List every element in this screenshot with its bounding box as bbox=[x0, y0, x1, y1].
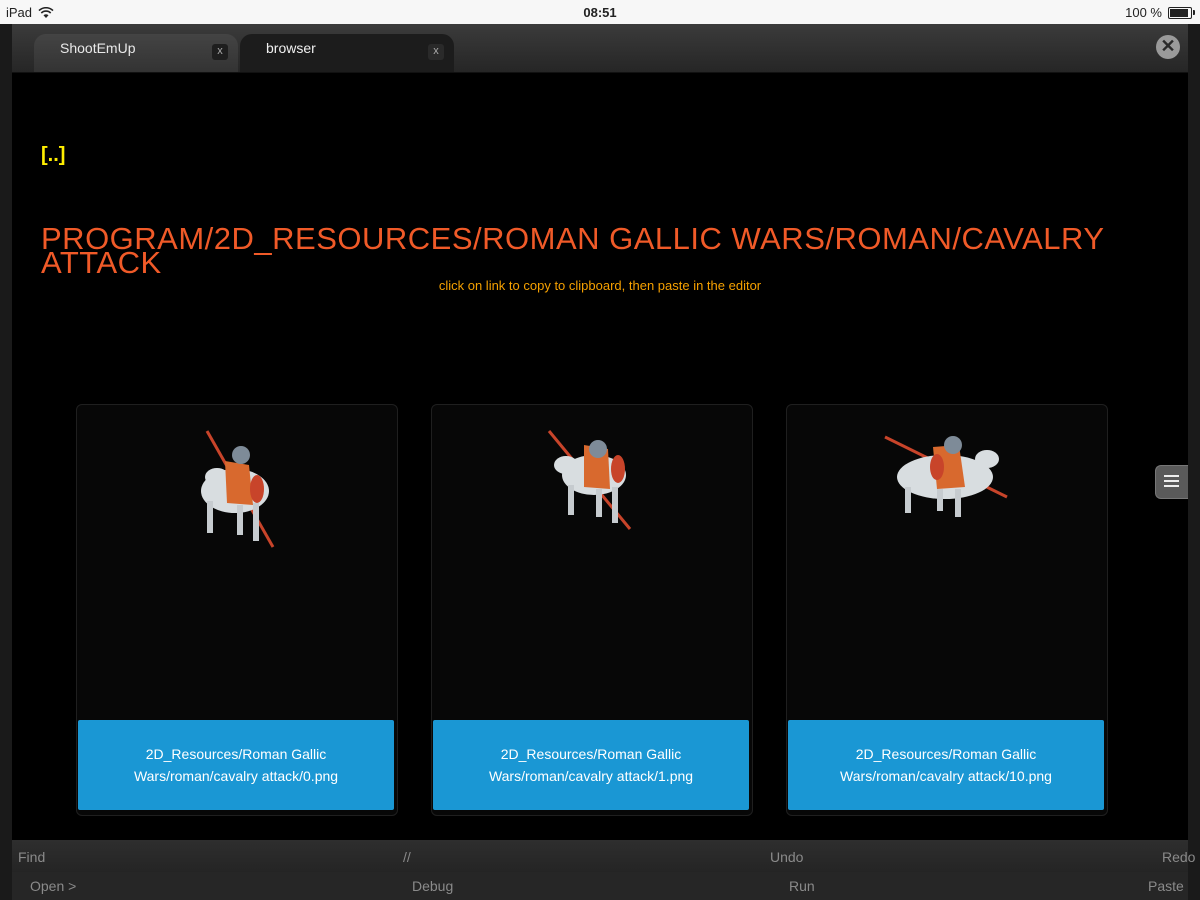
status-right: 100 % bbox=[1125, 5, 1195, 20]
toolbar-row-1: Find // Undo Redo bbox=[12, 843, 1195, 871]
undo-button[interactable]: Undo bbox=[770, 849, 803, 865]
clipboard-hint: click on link to copy to clipboard, then… bbox=[438, 278, 762, 293]
cavalry-sprite-image bbox=[547, 430, 632, 530]
toolbar-row-2: Open > Debug Run Paste bbox=[12, 872, 1188, 900]
tab-close-icon[interactable]: x bbox=[428, 44, 444, 60]
tab-label: browser bbox=[266, 40, 316, 56]
battery-percent: 100 % bbox=[1125, 5, 1162, 20]
tab-close-icon[interactable]: x bbox=[212, 44, 228, 60]
cavalry-sprite-image bbox=[884, 435, 1008, 517]
parent-directory-link[interactable]: [..] bbox=[41, 144, 65, 167]
file-link-button[interactable]: 2D_Resources/Roman Gallic Wars/roman/cav… bbox=[78, 720, 394, 810]
file-link-button[interactable]: 2D_Resources/Roman Gallic Wars/roman/cav… bbox=[788, 720, 1104, 810]
status-bar: iPad 08:51 100 % bbox=[0, 0, 1200, 24]
status-time: 08:51 bbox=[583, 5, 617, 20]
current-path-title: PROGRAM/2D_RESOURCES/ROMAN GALLIC WARS/R… bbox=[41, 221, 1104, 280]
tab-shootemup[interactable]: ShootEmUp x bbox=[34, 34, 238, 72]
cavalry-sprite-image bbox=[201, 430, 275, 548]
menu-icon bbox=[1164, 475, 1179, 490]
window-close-icon[interactable]: ✕ bbox=[1156, 35, 1180, 59]
tab-label: ShootEmUp bbox=[60, 40, 136, 56]
run-button[interactable]: Run bbox=[789, 878, 815, 894]
sprite-thumbnail bbox=[77, 405, 397, 720]
redo-button[interactable]: Redo bbox=[1162, 849, 1195, 865]
side-panel-handle[interactable] bbox=[1155, 465, 1188, 499]
browser-view: [..] PROGRAM/2D_RESOURCES/ROMAN GALLIC W… bbox=[12, 73, 1188, 840]
file-card: 2D_Resources/Roman Gallic Wars/roman/cav… bbox=[76, 404, 398, 816]
app-window: ShootEmUp x browser x ✕ [..] PROGRAM/2D_… bbox=[12, 24, 1195, 900]
tab-bar: ShootEmUp x browser x ✕ bbox=[12, 24, 1188, 73]
battery-icon bbox=[1168, 6, 1195, 19]
file-card: 2D_Resources/Roman Gallic Wars/roman/cav… bbox=[431, 404, 753, 816]
find-button[interactable]: Find bbox=[18, 849, 45, 865]
sprite-thumbnail bbox=[432, 405, 752, 720]
file-card: 2D_Resources/Roman Gallic Wars/roman/cav… bbox=[786, 404, 1108, 816]
comment-button[interactable]: // bbox=[403, 849, 411, 865]
open-button[interactable]: Open > bbox=[30, 878, 76, 894]
file-link-button[interactable]: 2D_Resources/Roman Gallic Wars/roman/cav… bbox=[433, 720, 749, 810]
tab-browser[interactable]: browser x bbox=[240, 34, 454, 72]
debug-button[interactable]: Debug bbox=[412, 878, 453, 894]
paste-button[interactable]: Paste bbox=[1148, 878, 1184, 894]
editor-toolbar: Find // Undo Redo Open > Debug Run Paste bbox=[12, 840, 1195, 900]
sprite-thumbnail bbox=[787, 405, 1107, 720]
